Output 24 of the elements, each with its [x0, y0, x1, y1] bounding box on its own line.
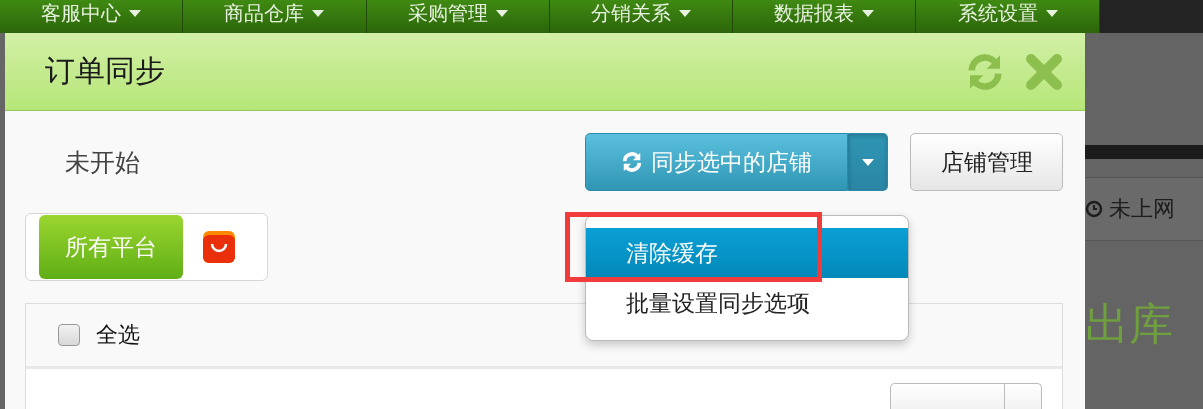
caret-icon — [495, 10, 508, 17]
row-button-group[interactable] — [890, 383, 1042, 409]
caret-icon — [679, 10, 692, 17]
network-status: 未上网 — [1109, 195, 1175, 223]
dropdown-toggle[interactable] — [848, 133, 888, 191]
page-heading: 出库 — [1085, 297, 1174, 351]
caret-icon — [1045, 10, 1058, 17]
sync-status: 未开始 — [64, 146, 141, 179]
caret-icon — [129, 10, 142, 17]
refresh-icon[interactable] — [621, 151, 643, 173]
menu-item[interactable]: 清除缓存 — [586, 228, 908, 278]
menu-item[interactable]: 批量设置同步选项 — [586, 278, 908, 328]
dialog-title: 订单同步 — [45, 52, 166, 90]
checkbox[interactable] — [58, 324, 80, 346]
caret-icon — [862, 10, 875, 17]
sync-button[interactable]: 同步选中的店铺 — [585, 133, 848, 191]
caret-icon — [312, 10, 325, 17]
refresh-icon[interactable] — [965, 51, 1005, 92]
select-all-label: 全选 — [96, 321, 140, 349]
caret-icon — [862, 158, 874, 166]
clock-icon — [1085, 200, 1103, 218]
shop-manage-button[interactable]: 店铺管理 — [910, 133, 1063, 191]
close-icon[interactable] — [1025, 52, 1063, 91]
shopping-bag-icon — [203, 231, 235, 263]
